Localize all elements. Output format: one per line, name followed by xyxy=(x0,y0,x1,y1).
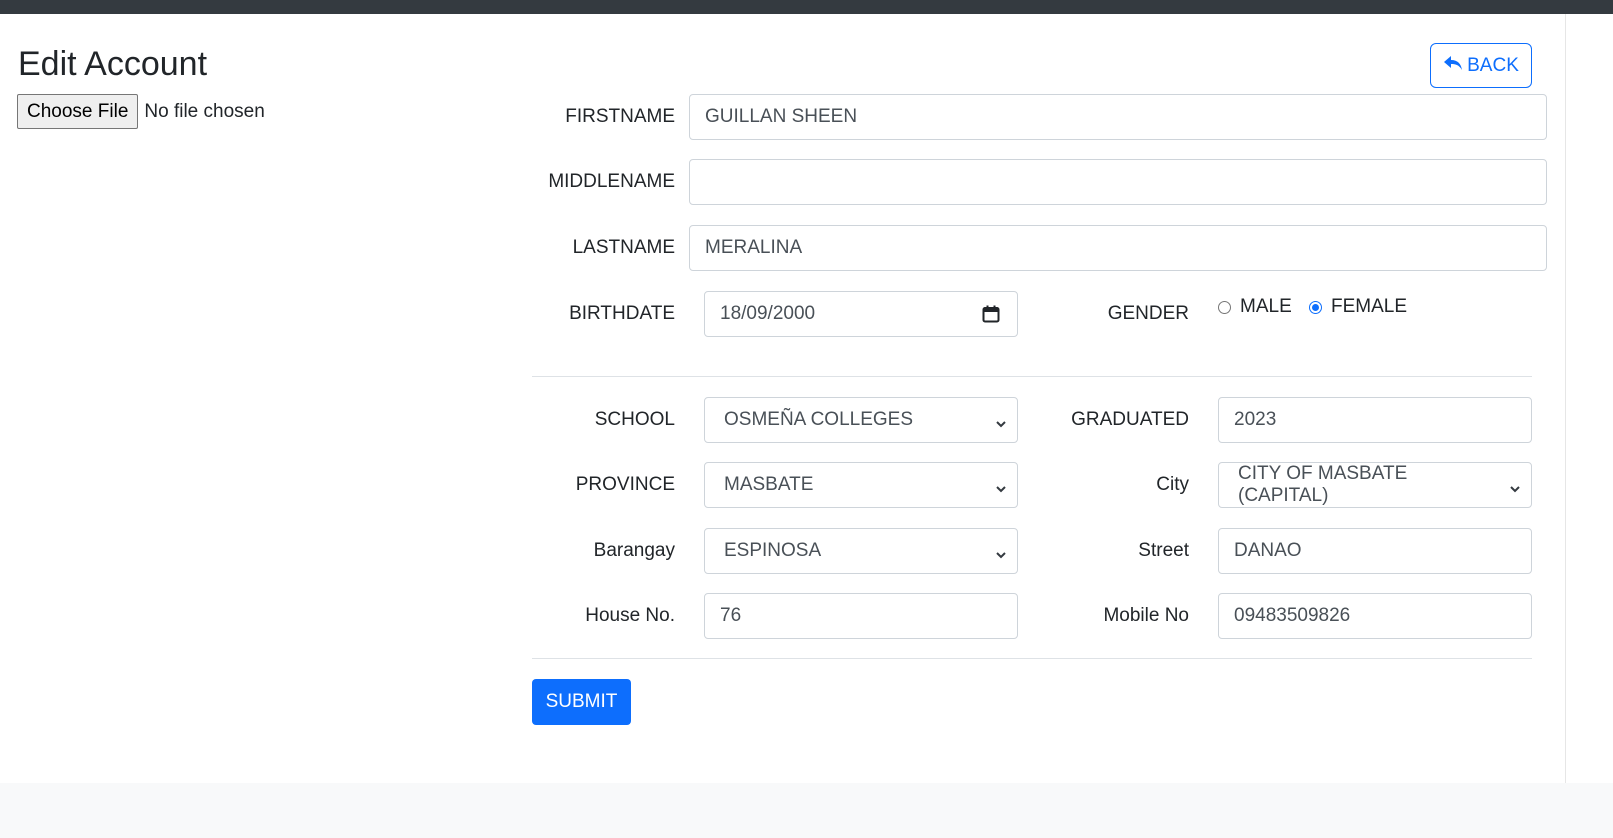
city-select[interactable]: CITY OF MASBATE (CAPITAL) xyxy=(1218,462,1532,508)
house-no-value: 76 xyxy=(720,605,742,626)
back-button[interactable]: BACK xyxy=(1430,43,1532,88)
school-label: SCHOOL xyxy=(594,409,675,430)
city-label: City xyxy=(1156,474,1189,495)
graduated-input[interactable]: 2023 xyxy=(1218,397,1532,443)
birthdate-input[interactable]: 18/09/2000 xyxy=(704,291,1018,337)
file-status-text: No file chosen xyxy=(144,100,265,122)
footer xyxy=(0,783,1613,838)
submit-button[interactable]: SUBMIT xyxy=(532,679,631,725)
gender-option-female[interactable]: FEMALE xyxy=(1309,292,1407,322)
middlename-input[interactable] xyxy=(689,159,1547,205)
female-radio[interactable] xyxy=(1309,300,1322,314)
gender-option-male[interactable]: MALE xyxy=(1218,292,1292,322)
scrollbar-track[interactable] xyxy=(1565,14,1613,783)
choose-file-button[interactable]: Choose File xyxy=(17,94,139,129)
graduated-value: 2023 xyxy=(1234,409,1277,430)
gender-label: GENDER xyxy=(1107,303,1189,324)
street-label: Street xyxy=(1138,540,1189,561)
house-no-label: House No. xyxy=(585,605,675,626)
middlename-label: MIDDLENAME xyxy=(548,171,675,192)
school-value: OSMEÑA COLLEGES xyxy=(724,409,914,430)
top-navbar xyxy=(0,0,1613,14)
street-input[interactable]: DANAO xyxy=(1218,528,1532,574)
province-value: MASBATE xyxy=(724,474,814,495)
firstname-input[interactable]: GUILLAN SHEEN xyxy=(689,94,1547,140)
house-no-input[interactable]: 76 xyxy=(704,593,1018,639)
barangay-label: Barangay xyxy=(593,540,675,561)
province-select[interactable]: MASBATE xyxy=(704,462,1018,508)
barangay-value: ESPINOSA xyxy=(724,540,822,561)
profile-photo-file-input: Choose File No file chosen xyxy=(17,94,265,129)
firstname-value: GUILLAN SHEEN xyxy=(705,106,858,127)
city-value: CITY OF MASBATE (CAPITAL) xyxy=(1238,463,1408,506)
chevron-down-icon xyxy=(1509,479,1521,493)
female-radio-label: FEMALE xyxy=(1331,296,1408,317)
lastname-input[interactable]: MERALINA xyxy=(689,225,1547,271)
section-divider xyxy=(532,376,1532,377)
province-label: PROVINCE xyxy=(575,474,675,495)
mobile-no-input[interactable]: 09483509826 xyxy=(1218,593,1532,639)
birthdate-label: BIRTHDATE xyxy=(569,303,675,324)
calendar-icon[interactable] xyxy=(982,305,1000,323)
birthdate-value: 18/09/2000 xyxy=(720,303,816,324)
section-divider xyxy=(532,658,1532,659)
firstname-label: FIRSTNAME xyxy=(565,106,675,127)
lastname-value: MERALINA xyxy=(705,237,803,258)
street-value: DANAO xyxy=(1234,540,1302,561)
mobile-no-label: Mobile No xyxy=(1103,605,1189,626)
reply-arrow-icon xyxy=(1443,54,1463,78)
school-select[interactable]: OSMEÑA COLLEGES xyxy=(704,397,1018,443)
lastname-label: LASTNAME xyxy=(572,237,675,258)
barangay-select[interactable]: ESPINOSA xyxy=(704,528,1018,574)
back-button-label: BACK xyxy=(1467,54,1519,76)
mobile-no-value: 09483509826 xyxy=(1234,605,1351,626)
male-radio[interactable] xyxy=(1218,300,1231,314)
graduated-label: GRADUATED xyxy=(1071,409,1189,430)
male-radio-label: MALE xyxy=(1240,296,1292,317)
page-title: Edit Account xyxy=(18,45,208,83)
